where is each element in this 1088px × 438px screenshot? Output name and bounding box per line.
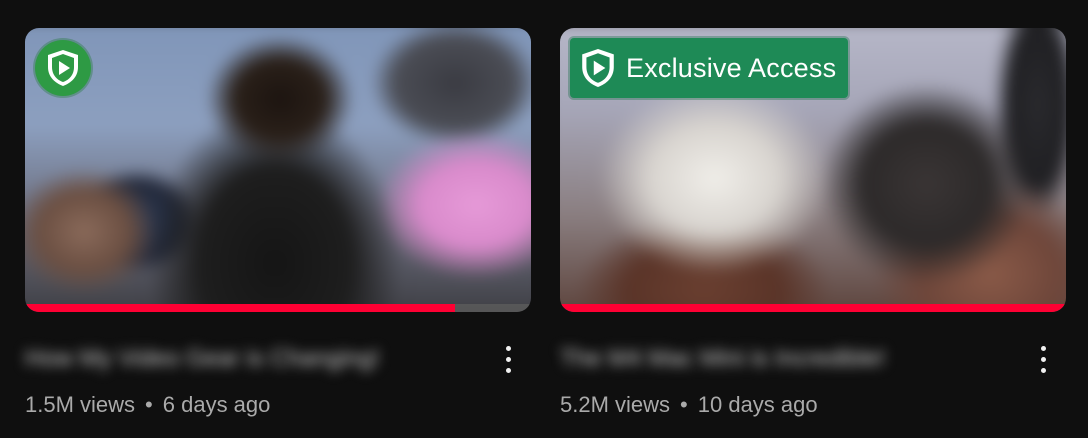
- watch-progress-bar: [560, 304, 1066, 312]
- more-vert-icon: [505, 345, 511, 351]
- video-grid: How My Video Gear is Changing! 1.5M view…: [0, 0, 1088, 438]
- video-card[interactable]: How My Video Gear is Changing! 1.5M view…: [25, 28, 531, 420]
- video-stats: 1.5M views • 6 days ago: [25, 392, 270, 418]
- video-thumbnail[interactable]: Exclusive Access: [560, 28, 1066, 312]
- video-meta: How My Video Gear is Changing! 1.5M view…: [25, 340, 531, 420]
- upload-age: 10 days ago: [697, 392, 818, 417]
- shield-play-icon: [580, 48, 616, 88]
- members-badge: [35, 40, 91, 96]
- video-meta: The M4 Mac Mini is Incredible! 5.2M view…: [560, 340, 1066, 420]
- more-vert-icon: [1040, 345, 1046, 351]
- video-title[interactable]: The M4 Mac Mini is Incredible!: [560, 344, 885, 374]
- more-options-button[interactable]: [1030, 337, 1056, 381]
- video-thumbnail[interactable]: [25, 28, 531, 312]
- thumbnail-image: [25, 28, 531, 312]
- video-card[interactable]: Exclusive Access The M4 Mac Mini is Incr…: [560, 28, 1066, 420]
- view-count: 5.2M views: [560, 392, 671, 417]
- badge-label: Exclusive Access: [626, 52, 837, 83]
- stats-separator: •: [680, 392, 688, 417]
- exclusive-access-badge: Exclusive Access: [570, 38, 849, 98]
- stats-separator: •: [145, 392, 153, 417]
- upload-age: 6 days ago: [162, 392, 271, 417]
- shield-play-icon: [46, 49, 80, 87]
- video-title[interactable]: How My Video Gear is Changing!: [25, 344, 379, 374]
- watch-progress-fill: [560, 304, 1066, 312]
- view-count: 1.5M views: [25, 392, 136, 417]
- more-options-button[interactable]: [495, 337, 521, 381]
- video-stats: 5.2M views • 10 days ago: [560, 392, 818, 418]
- watch-progress-bar: [25, 304, 531, 312]
- watch-progress-fill: [25, 304, 456, 312]
